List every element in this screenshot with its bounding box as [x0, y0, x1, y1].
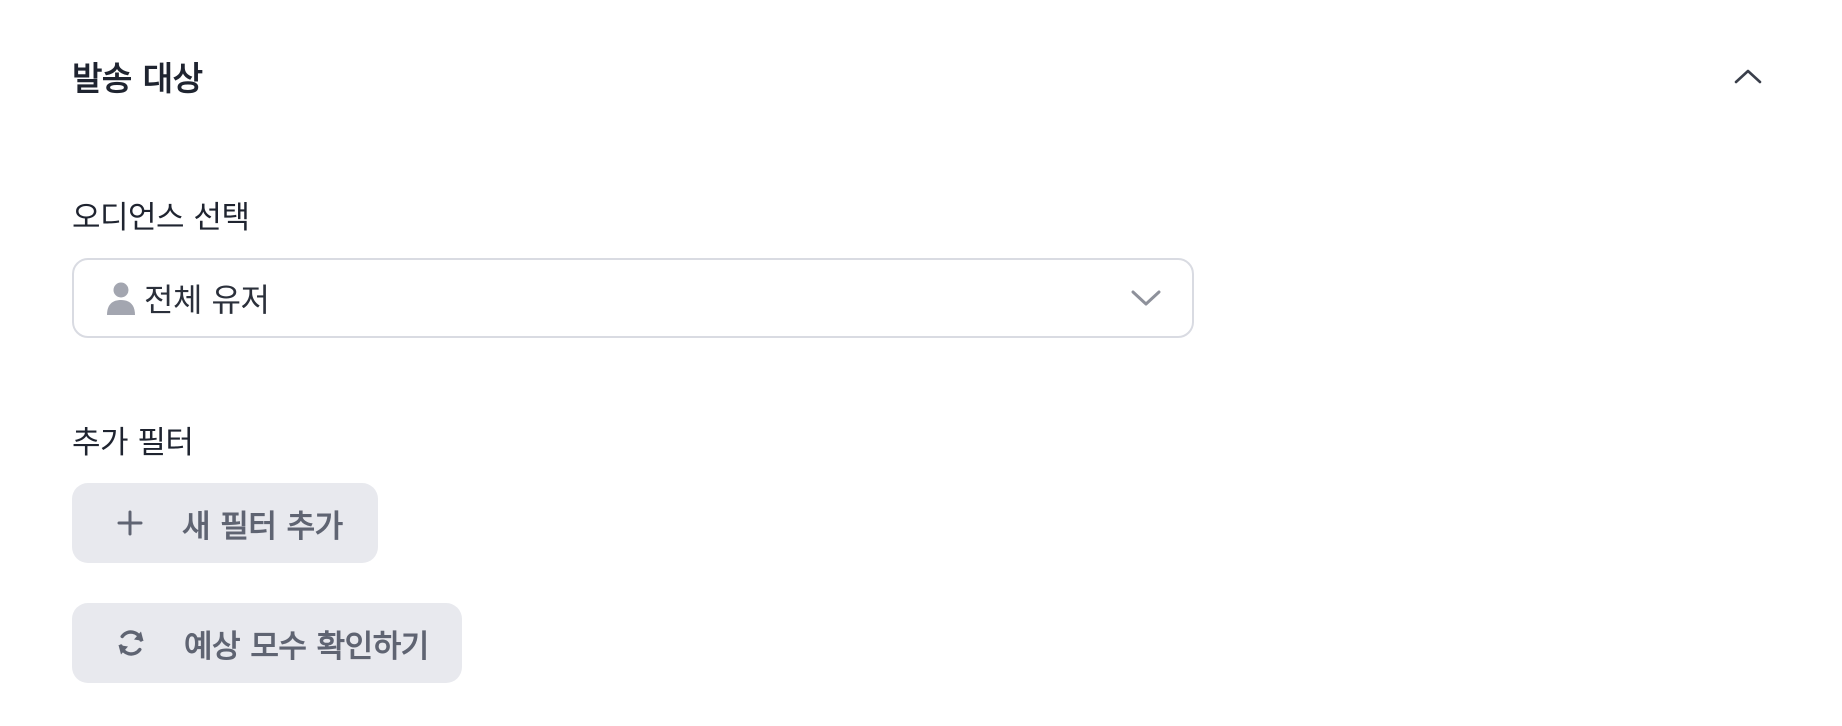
audience-label: 오디언스 선택	[72, 200, 250, 236]
person-icon	[106, 281, 136, 315]
add-filter-button[interactable]: 새 필터 추가	[72, 483, 378, 563]
chevron-down-icon	[1128, 280, 1164, 316]
section-title: 발송 대상	[72, 59, 203, 98]
chevron-up-icon	[1734, 69, 1762, 84]
audience-select-value: 전체 유저	[144, 281, 270, 319]
refresh-icon	[116, 626, 146, 660]
filters-label: 추가 필터	[72, 425, 194, 461]
estimate-count-label: 예상 모수 확인하기	[184, 628, 429, 665]
audience-select[interactable]: 전체 유저	[72, 258, 1194, 338]
section-header: 발송 대상	[72, 48, 1770, 104]
plus-icon	[116, 506, 144, 540]
add-filter-label: 새 필터 추가	[182, 508, 343, 545]
estimate-count-button[interactable]: 예상 모수 확인하기	[72, 603, 462, 683]
collapse-button[interactable]	[1726, 54, 1770, 98]
